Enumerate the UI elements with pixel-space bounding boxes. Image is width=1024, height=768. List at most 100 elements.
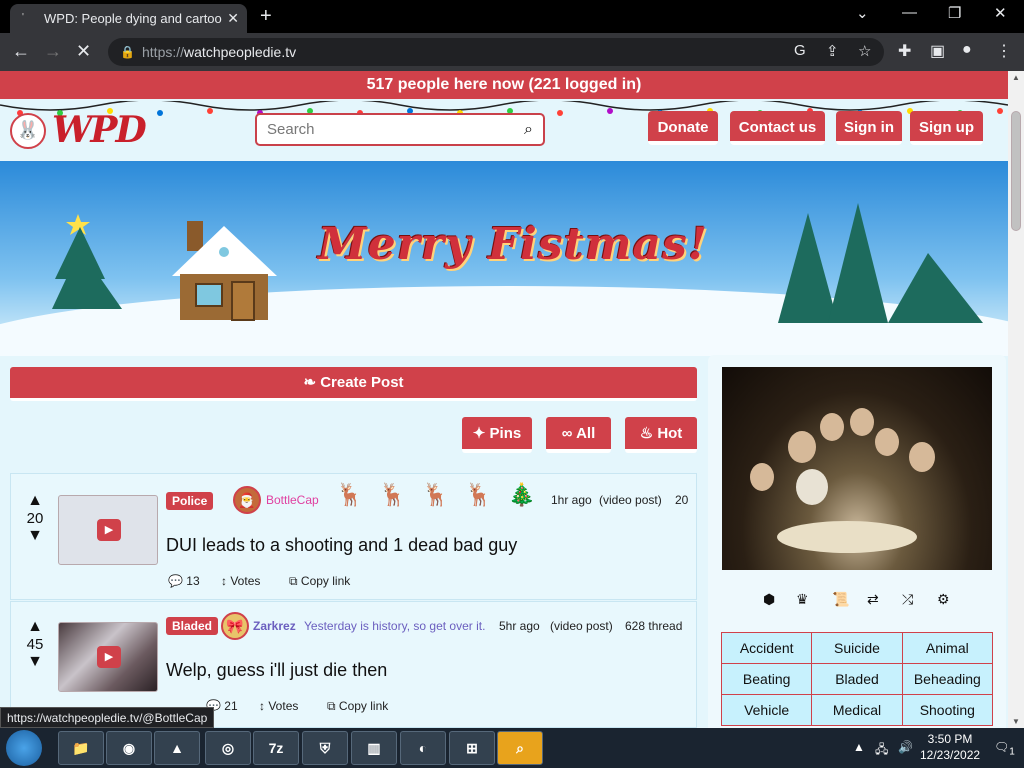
page-scrollbar[interactable]: ▲ ▼	[1008, 71, 1024, 728]
category-animal[interactable]: Animal	[901, 632, 994, 664]
windows-icon[interactable]: ⊞	[449, 731, 495, 765]
votes-link[interactable]: ↕ Votes	[221, 574, 260, 588]
avatar[interactable]: 🎀	[221, 612, 249, 640]
play-icon: ▶	[97, 519, 121, 541]
back-icon[interactable]: ←	[12, 41, 30, 62]
post-thumbnail[interactable]: ▶	[58, 495, 158, 565]
sign-up-button[interactable]: Sign up	[910, 111, 983, 145]
downvote-icon[interactable]: ▼	[25, 653, 45, 671]
contact-button[interactable]: Contact us	[730, 111, 825, 145]
category-medical[interactable]: Medical	[811, 694, 903, 726]
exchange-icon[interactable]: ⇄	[867, 591, 879, 608]
tab-search-icon[interactable]: ⌄	[856, 4, 869, 22]
stop-icon[interactable]: ✕	[76, 41, 91, 62]
scroll-up-icon[interactable]: ▲	[1012, 73, 1020, 82]
bookmark-star-icon[interactable]: ☆	[858, 42, 871, 60]
notifications-icon[interactable]: 🗨1	[994, 740, 1015, 757]
search-icon[interactable]: ⌕	[524, 115, 533, 144]
votes-label: Votes	[268, 699, 299, 713]
category-shooting[interactable]: Shooting	[901, 694, 994, 726]
site-header: 🐰 WPD Search ⌕ Donate Contact us Sign in…	[0, 99, 1008, 161]
lock-icon: 🔒	[120, 45, 135, 59]
all-filter-button[interactable]: ∞ All	[546, 417, 611, 453]
tray-arrow-icon[interactable]: ▲	[853, 740, 865, 754]
logo-text: WPD	[52, 109, 147, 151]
online-count-banner: 517 people here now (221 logged in)	[0, 71, 1008, 99]
post-flair[interactable]: Bladed	[166, 617, 219, 635]
search-app-icon[interactable]: ⌕	[497, 731, 543, 765]
address-bar[interactable]: 🔒 https://watchpeopledie.tv	[108, 38, 884, 66]
hero-title: Merry Fistmas!	[318, 219, 709, 270]
search-input[interactable]: Search ⌕	[255, 113, 545, 146]
chrome-icon[interactable]: ◉	[106, 731, 152, 765]
app-icon[interactable]: ◎	[205, 731, 251, 765]
category-accident[interactable]: Accident	[720, 632, 813, 664]
share-icon[interactable]: ⇪	[826, 42, 839, 60]
restore-icon[interactable]: ❐	[948, 4, 961, 22]
comment-icon: 💬	[168, 574, 187, 588]
copy-link-button[interactable]: ⧉ Copy link	[289, 574, 350, 589]
profile-icon[interactable]: ●	[962, 41, 972, 59]
minimize-icon[interactable]: —	[902, 4, 917, 21]
hexagon-icon[interactable]: ⬢	[763, 591, 775, 608]
shield-icon[interactable]: ⛨	[302, 731, 348, 765]
category-vehicle[interactable]: Vehicle	[720, 694, 813, 726]
google-icon[interactable]: G	[794, 42, 806, 59]
site-logo[interactable]: 🐰 WPD	[10, 109, 150, 151]
votes-link[interactable]: ↕ Votes	[259, 699, 298, 713]
create-post-button[interactable]: ❧ Create Post	[10, 367, 697, 401]
volume-icon[interactable]: 🔊	[898, 740, 913, 754]
sign-in-button[interactable]: Sign in	[836, 111, 902, 145]
browser-tab[interactable]: ' WPD: People dying and cartoon ✕	[10, 4, 247, 33]
hot-label: Hot	[657, 425, 683, 442]
post-flair[interactable]: Police	[166, 492, 214, 510]
7zip-icon[interactable]: 7z	[253, 731, 299, 765]
reindeer-icon: 🦌	[465, 482, 493, 507]
donate-button[interactable]: Donate	[648, 111, 718, 145]
photos-icon[interactable]: ▲	[154, 731, 200, 765]
upvote-icon[interactable]: ▲	[25, 618, 45, 636]
category-beheading[interactable]: Beheading	[901, 663, 994, 695]
category-bladed[interactable]: Bladed	[811, 663, 903, 695]
shuffle-icon[interactable]: ⤮	[902, 591, 913, 608]
post-title[interactable]: Welp, guess i'll just die then	[166, 660, 387, 681]
side-panel-icon[interactable]: ▣	[930, 41, 945, 61]
downvote-icon[interactable]: ▼	[25, 527, 45, 545]
scrollbar-thumb[interactable]	[1011, 111, 1021, 231]
clock[interactable]: 3:50 PM 12/23/2022	[920, 731, 980, 763]
vote-widget: ▲ 20 ▼	[25, 492, 45, 545]
search-placeholder: Search	[267, 121, 315, 138]
new-tab-icon[interactable]: +	[260, 5, 272, 28]
hot-filter-button[interactable]: ♨ Hot	[625, 417, 697, 453]
gear-icon[interactable]: ⚙	[937, 591, 950, 608]
network-icon[interactable]: 🖧	[875, 740, 888, 761]
crown-icon[interactable]: ♛	[796, 591, 809, 608]
close-window-icon[interactable]: ✕	[994, 4, 1007, 22]
username[interactable]: BottleCap	[266, 493, 319, 507]
extensions-icon[interactable]: ✚	[898, 41, 911, 61]
copy-link-button[interactable]: ⧉ Copy link	[327, 699, 388, 714]
document-icon[interactable]: ▥	[351, 731, 397, 765]
post-kind: (video post)	[599, 493, 662, 507]
start-button[interactable]	[6, 730, 42, 766]
scroll-icon[interactable]: 📜	[832, 591, 849, 608]
post-thumbnail[interactable]: ▶	[58, 622, 158, 692]
explorer-icon[interactable]: 📁	[58, 731, 104, 765]
menu-icon[interactable]: ⋮	[996, 41, 1012, 61]
username[interactable]: Zarkrez	[253, 619, 296, 633]
upvote-icon[interactable]: ▲	[25, 492, 45, 510]
comments-link[interactable]: 💬 13	[168, 574, 200, 588]
avatar[interactable]: 🎅	[233, 486, 261, 514]
post-card[interactable]: ▲ 20 ▼ ▶ Police 🎅 BottleCap 🦌 🦌 🦌 🦌 🎄 1h…	[10, 473, 697, 600]
copy-icon: ⧉	[289, 574, 301, 588]
post-title[interactable]: DUI leads to a shooting and 1 dead bad g…	[166, 535, 517, 556]
close-tab-icon[interactable]: ✕	[227, 10, 239, 27]
user-motto: Yesterday is history, so get over it.	[304, 619, 486, 633]
forward-icon[interactable]: →	[44, 41, 62, 62]
notification-count: 1	[1009, 746, 1015, 758]
firefox-icon[interactable]: ◐	[400, 731, 446, 765]
pins-filter-button[interactable]: ✦ Pins	[462, 417, 532, 453]
category-beating[interactable]: Beating	[720, 663, 813, 695]
scroll-down-icon[interactable]: ▼	[1012, 717, 1020, 726]
category-suicide[interactable]: Suicide	[811, 632, 903, 664]
